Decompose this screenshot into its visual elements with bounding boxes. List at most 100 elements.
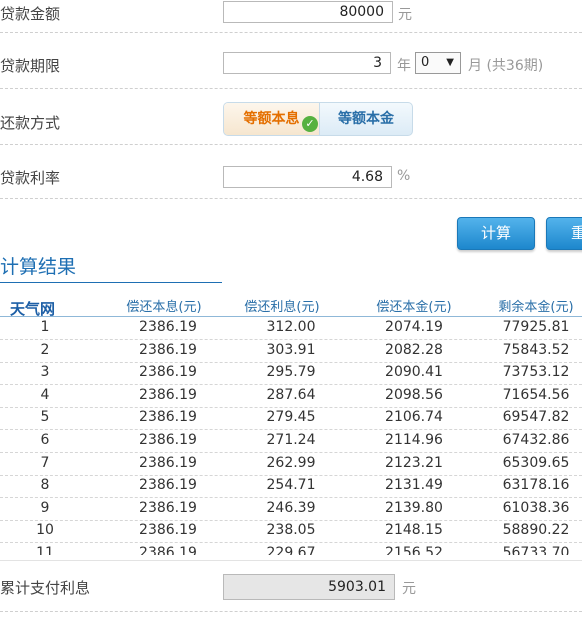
total-interest-label: 累计支付利息 <box>0 579 91 597</box>
table-row: 6 2386.19 271.24 2114.96 67432.86 <box>0 430 582 453</box>
months-unit-total: 月 (共36期) <box>468 58 544 74</box>
period-cell: 1 <box>40 319 50 335</box>
loan-term-label: 贷款期限 <box>0 57 61 75</box>
divider <box>0 144 582 145</box>
installment-cell: 2386.19 <box>139 341 197 358</box>
remaining-cell: 61038.36 <box>502 499 570 516</box>
interest-cell: 295.79 <box>266 364 316 381</box>
checkmark-icon: ✓ <box>302 116 318 132</box>
principal-cell: 2090.41 <box>385 364 443 381</box>
interest-cell: 262.99 <box>266 454 316 471</box>
period-cell: 8 <box>40 477 50 494</box>
repayment-schedule-table: 1 2386.19 312.00 2074.19 77925.81 2 2386.19 303… <box>0 317 582 555</box>
interest-cell: 287.64 <box>266 386 316 403</box>
table-row: 11 2386.19 229.67 2156.52 56733.70 <box>0 543 582 555</box>
table-row: 2 2386.19 303.91 2082.28 75843.52 <box>0 340 582 363</box>
principal-cell: 2139.80 <box>385 499 443 516</box>
interest-rate-input[interactable]: 4.68 <box>223 166 392 188</box>
divider <box>0 560 582 561</box>
col-header-interest: 偿还利息(元) <box>244 300 320 315</box>
remaining-cell: 67432.86 <box>502 432 570 448</box>
period-cell: 5 <box>40 409 50 426</box>
divider <box>0 198 582 199</box>
loan-amount-input[interactable]: 80000 <box>223 1 393 23</box>
equal-principal-option[interactable]: 等额本金 <box>320 103 412 135</box>
table-row: 8 2386.19 254.71 2131.49 63178.16 <box>0 475 582 499</box>
table-row: 4 2386.19 287.64 2098.56 71654.56 <box>0 385 582 408</box>
total-interest-unit: 元 <box>402 581 416 597</box>
period-cell: 2 <box>40 341 50 358</box>
reset-button[interactable]: 重 <box>546 217 582 250</box>
dropdown-arrow-icon: ▼ <box>446 57 454 68</box>
table-row: 7 2386.19 262.99 2123.21 65309.65 <box>0 453 582 476</box>
installment-cell: 2386.19 <box>139 454 197 471</box>
period-cell: 7 <box>40 454 50 471</box>
table-row: 3 2386.19 295.79 2090.41 73753.12 <box>0 362 582 386</box>
remaining-cell: 75843.52 <box>502 341 570 358</box>
principal-cell: 2106.74 <box>385 409 443 426</box>
interest-cell: 254.71 <box>266 477 316 494</box>
period-cell: 11 <box>36 545 54 555</box>
years-unit: 年 <box>397 58 411 74</box>
col-header-principal: 偿还本金(元) <box>376 300 452 315</box>
principal-cell: 2156.52 <box>385 545 443 555</box>
remaining-cell: 65309.65 <box>502 454 570 471</box>
calculate-button[interactable]: 计算 <box>457 217 535 250</box>
interest-cell: 246.39 <box>266 499 316 516</box>
loan-term-years-input[interactable]: 3 <box>223 52 391 74</box>
results-title: 计算结果 <box>0 256 77 278</box>
divider <box>0 88 582 89</box>
installment-cell: 2386.19 <box>139 386 197 403</box>
loan-amount-label: 贷款金额 <box>0 5 61 23</box>
remaining-cell: 71654.56 <box>502 386 570 403</box>
installment-cell: 2386.19 <box>139 432 197 448</box>
loan-amount-unit: 元 <box>398 7 412 23</box>
remaining-cell: 77925.81 <box>502 319 570 335</box>
principal-cell: 2114.96 <box>385 432 443 448</box>
remaining-cell: 69547.82 <box>502 409 570 426</box>
interest-cell: 312.00 <box>266 319 316 335</box>
results-title-underline <box>0 282 222 283</box>
period-cell: 6 <box>40 432 50 448</box>
interest-cell: 279.45 <box>266 409 316 426</box>
remaining-cell: 58890.22 <box>502 522 570 539</box>
interest-rate-unit: % <box>397 168 411 184</box>
principal-cell: 2123.21 <box>385 454 443 471</box>
repayment-method-toggle: 等额本息 ✓ 等额本金 <box>223 102 413 136</box>
months-select[interactable]: 0 ▼ <box>415 52 461 74</box>
table-row: 9 2386.19 246.39 2139.80 61038.36 <box>0 498 582 521</box>
installment-cell: 2386.19 <box>139 409 197 426</box>
divider <box>0 32 582 33</box>
table-row: 10 2386.19 238.05 2148.15 58890.22 <box>0 520 582 544</box>
equal-principal-label: 等额本金 <box>338 111 394 127</box>
installment-cell: 2386.19 <box>139 545 197 555</box>
interest-rate-label: 贷款利率 <box>0 169 61 187</box>
principal-cell: 2082.28 <box>385 341 443 358</box>
principal-cell: 2148.15 <box>385 522 443 539</box>
col-header-installment: 偿还本息(元) <box>126 300 202 315</box>
col-header-remaining: 剩余本金(元) <box>498 300 574 315</box>
period-cell: 9 <box>40 499 50 516</box>
interest-cell: 238.05 <box>266 522 316 539</box>
equal-installment-label: 等额本息 <box>243 111 300 127</box>
remaining-cell: 56733.70 <box>502 545 570 555</box>
principal-cell: 2074.19 <box>385 319 443 335</box>
interest-cell: 303.91 <box>266 341 316 358</box>
period-cell: 3 <box>40 364 50 381</box>
principal-cell: 2098.56 <box>385 386 443 403</box>
remaining-cell: 73753.12 <box>502 364 570 381</box>
divider <box>0 611 582 612</box>
installment-cell: 2386.19 <box>139 319 197 335</box>
installment-cell: 2386.19 <box>139 477 197 494</box>
period-cell: 4 <box>40 386 50 403</box>
months-select-value: 0 <box>421 55 430 70</box>
installment-cell: 2386.19 <box>139 522 197 539</box>
total-interest-output: 5903.01 <box>223 574 395 600</box>
remaining-cell: 63178.16 <box>502 477 570 494</box>
repayment-method-label: 还款方式 <box>0 114 61 132</box>
table-row: 5 2386.19 279.45 2106.74 69547.82 <box>0 407 582 431</box>
installment-cell: 2386.19 <box>139 499 197 516</box>
interest-cell: 271.24 <box>266 432 316 448</box>
interest-cell: 229.67 <box>266 545 316 555</box>
installment-cell: 2386.19 <box>139 364 197 381</box>
